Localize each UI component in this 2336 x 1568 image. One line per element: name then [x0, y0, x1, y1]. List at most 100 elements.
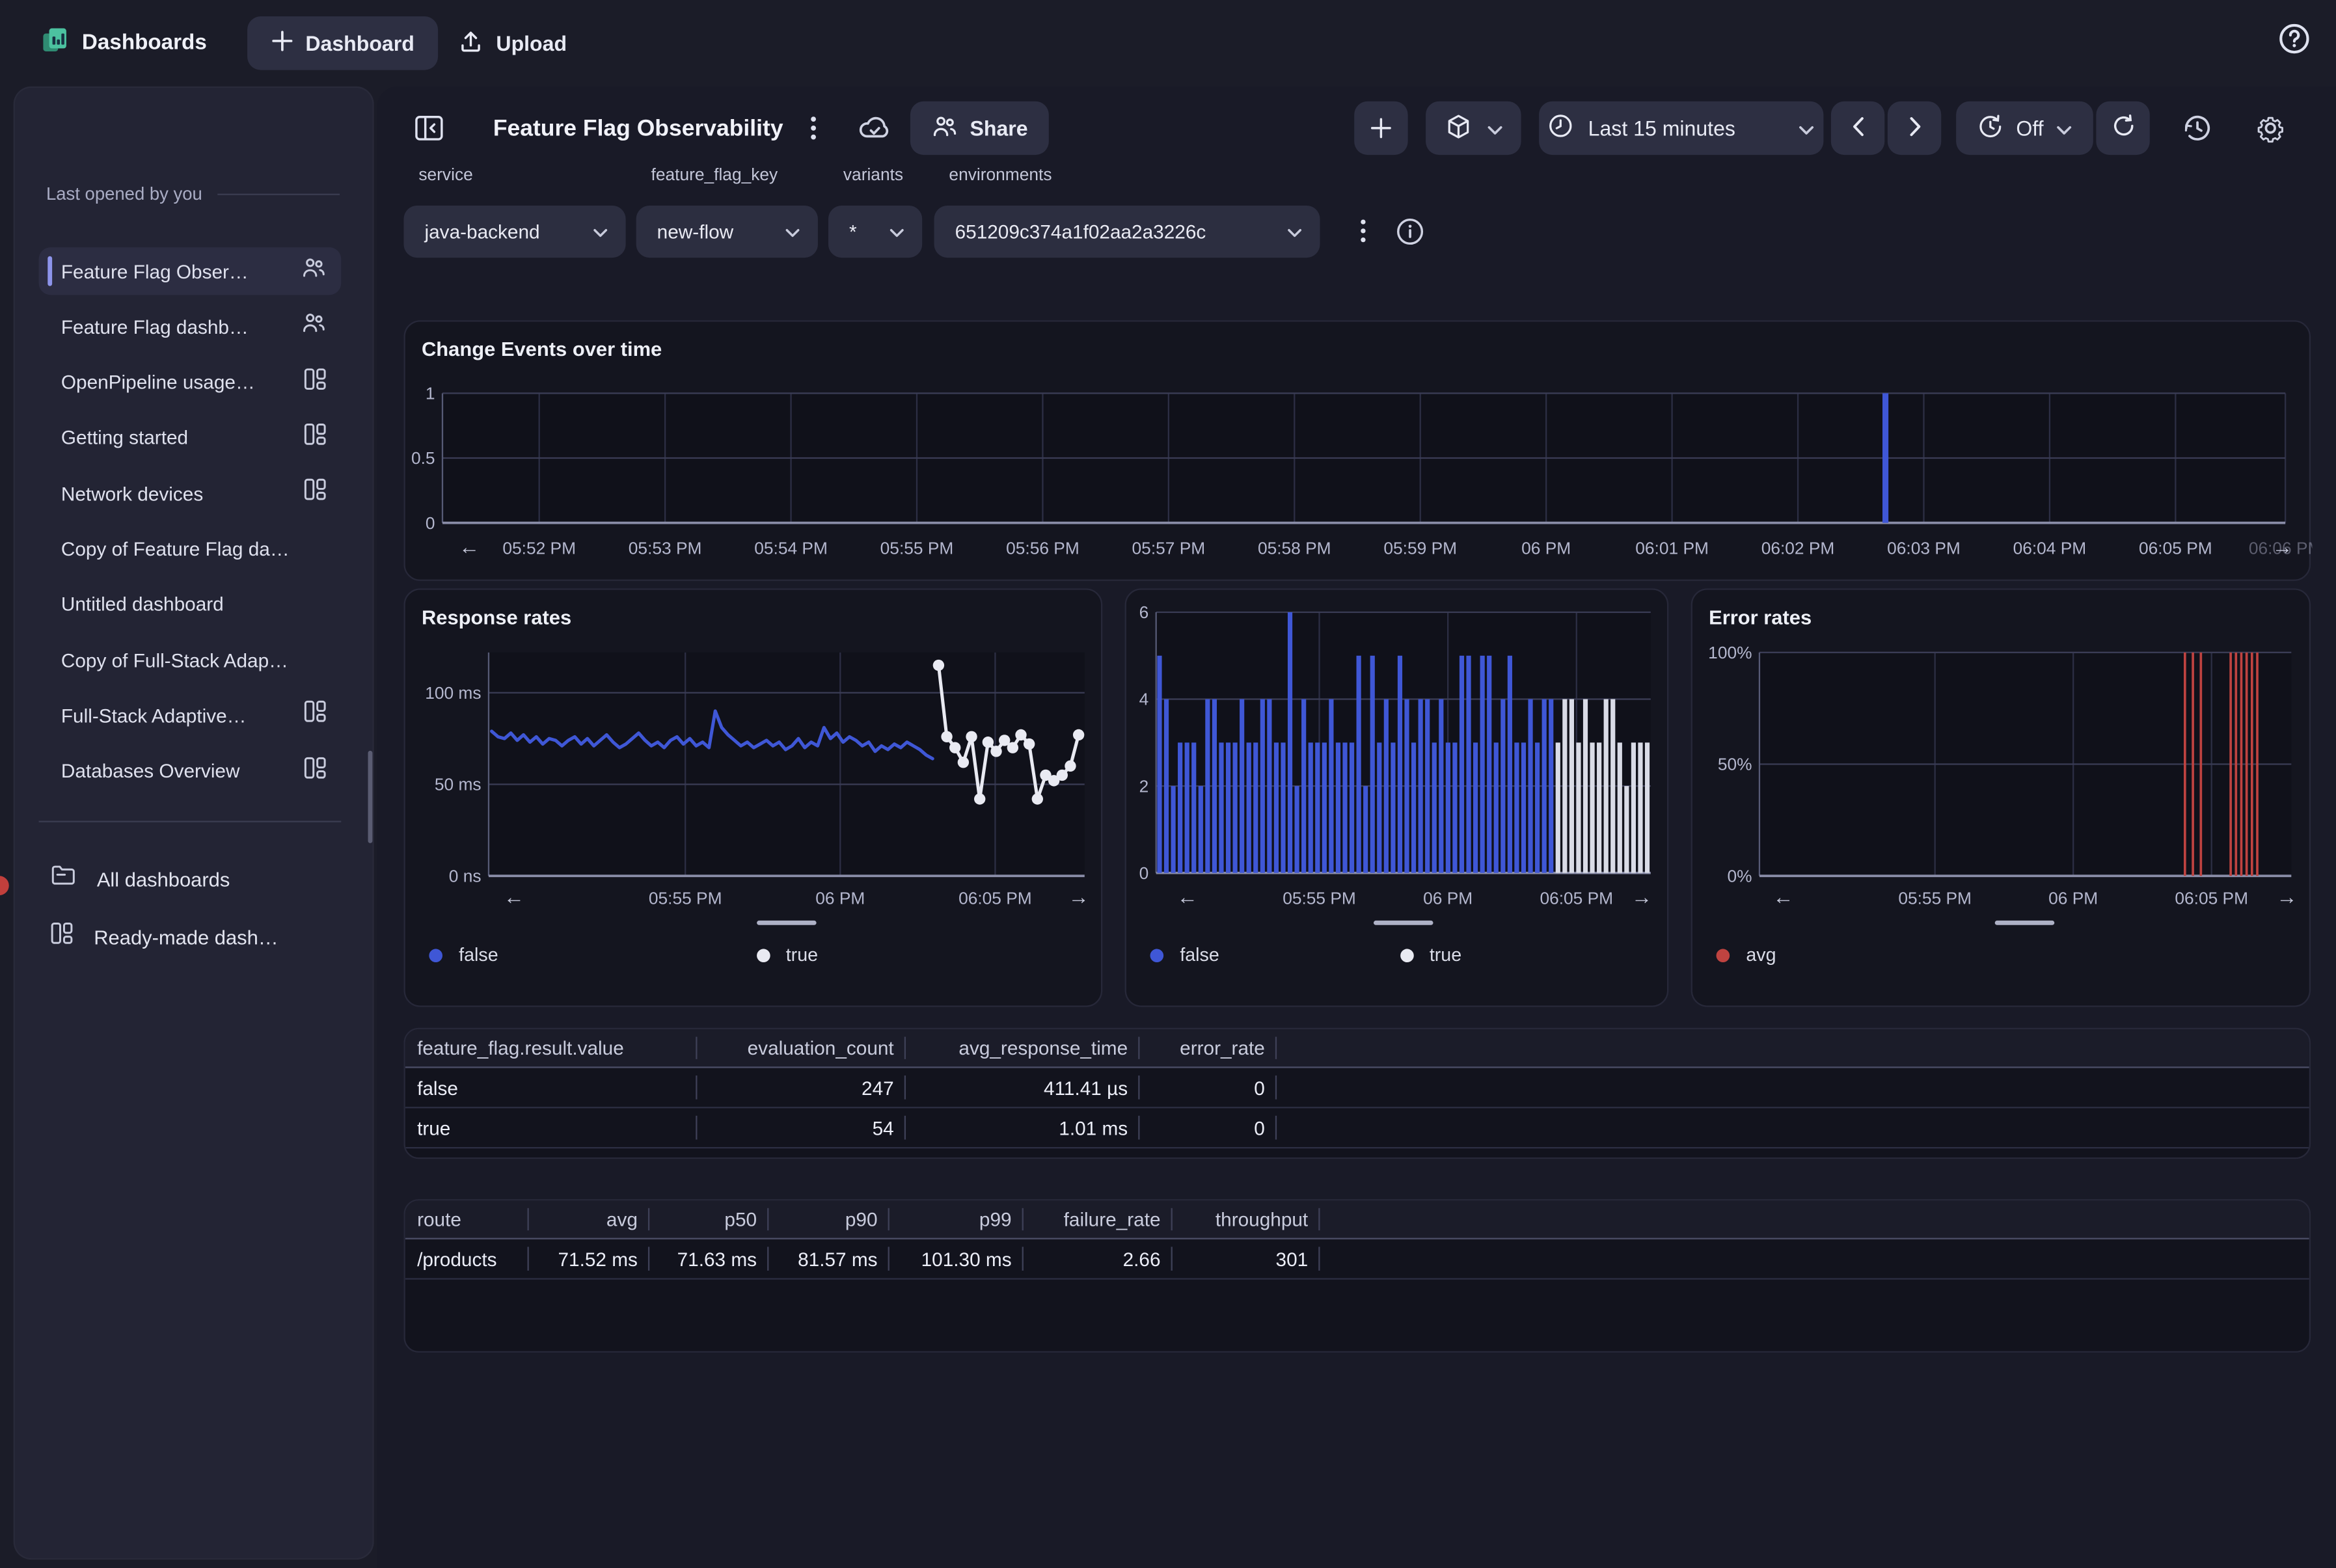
chart-scroll-indicator[interactable]: [757, 921, 817, 925]
sidebar-item[interactable]: Network devices: [39, 470, 342, 517]
sidebar-item-label: OpenPipeline usage…: [61, 371, 292, 393]
table-cell: 2.66: [1024, 1239, 1173, 1278]
filter-select-service[interactable]: java-backend: [403, 206, 625, 258]
pan-left-arrow[interactable]: ←: [504, 885, 524, 909]
pan-right-arrow[interactable]: →: [1068, 885, 1089, 909]
table-header-cell[interactable]: evaluation_count: [698, 1029, 906, 1066]
time-range-button[interactable]: Last 15 minutes: [1539, 101, 1823, 155]
collapse-sidebar-icon[interactable]: [413, 112, 445, 144]
share-button[interactable]: Share: [910, 101, 1049, 155]
table-cell: 301: [1173, 1239, 1320, 1278]
panel-evaluation-counts: 05:55 PM06 PM06:05 PM0246←→ falsetrue: [1125, 588, 1669, 1007]
table-header-cell[interactable]: avg_response_time: [906, 1029, 1139, 1066]
legend-item-false[interactable]: false: [1150, 945, 1400, 966]
table-header-cell[interactable]: p90: [768, 1200, 889, 1237]
sidebar-footer-item[interactable]: All dashboards: [39, 854, 342, 904]
nav-dashboards[interactable]: Dashboards: [42, 18, 207, 68]
sidebar-item[interactable]: Getting started: [39, 414, 342, 461]
plus-icon: [271, 30, 293, 57]
table-header-cell[interactable]: avg: [529, 1200, 649, 1237]
pan-left-arrow[interactable]: ←: [1773, 885, 1794, 909]
chart-legend: false true: [429, 945, 1083, 966]
legend-label: false: [1180, 945, 1219, 966]
legend-item-true[interactable]: true: [1400, 945, 1649, 966]
filter-select-feature_flag_key[interactable]: new-flow: [636, 206, 818, 258]
help-button[interactable]: [2276, 21, 2312, 57]
sidebar-item[interactable]: Full-Stack Adaptive…: [39, 692, 342, 739]
svg-text:05:56 PM: 05:56 PM: [1006, 539, 1080, 558]
filter-value: java-backend: [425, 221, 593, 243]
add-panel-button[interactable]: [1354, 101, 1407, 155]
svg-text:0%: 0%: [1727, 866, 1752, 885]
table-cell: false: [405, 1068, 698, 1107]
nav-dashboards-label: Dashboards: [82, 31, 207, 55]
table-header-cell[interactable]: throughput: [1173, 1200, 1320, 1237]
filter-select-environments[interactable]: 651209c374a1f02aa2a3226c: [934, 206, 1320, 258]
time-forward-button[interactable]: [1888, 101, 1941, 155]
legend-label: true: [786, 945, 818, 966]
sidebar-item[interactable]: Untitled dashboard: [39, 580, 342, 628]
legend-item-false[interactable]: false: [429, 945, 756, 966]
folder-icon: [51, 864, 76, 894]
table-cell: 54: [698, 1108, 906, 1147]
table-header-cell[interactable]: route: [405, 1200, 529, 1237]
sidebar-item[interactable]: Feature Flag dashb…: [39, 303, 342, 350]
filter-info-icon[interactable]: [1396, 217, 1424, 246]
table-header-cell[interactable]: error_rate: [1139, 1029, 1277, 1066]
history-button[interactable]: [2180, 110, 2216, 153]
legend-item-true[interactable]: true: [756, 945, 1083, 966]
pan-right-arrow[interactable]: →: [1631, 885, 1652, 909]
pan-right-arrow[interactable]: →: [2272, 535, 2293, 559]
legend-color-dot: [1717, 948, 1730, 962]
svg-text:05:55 PM: 05:55 PM: [1898, 889, 1972, 908]
page-title: Feature Flag Observability: [493, 116, 783, 143]
table-header-cell[interactable]: feature_flag.result.value: [405, 1029, 698, 1066]
chart-scroll-indicator[interactable]: [1374, 921, 1433, 925]
sidebar-item[interactable]: Copy of Full-Stack Adap…: [39, 636, 342, 684]
svg-text:06 PM: 06 PM: [815, 889, 865, 908]
chart-scroll-indicator[interactable]: [1995, 921, 2055, 925]
sidebar-item[interactable]: OpenPipeline usage…: [39, 358, 342, 406]
table-row: /products71.52 ms71.63 ms81.57 ms101.30 …: [405, 1239, 2309, 1280]
sidebar-item[interactable]: Databases Overview: [39, 748, 342, 795]
filter-select-variants[interactable]: *: [828, 206, 922, 258]
table-header-cell[interactable]: failure_rate: [1024, 1200, 1173, 1237]
filter-value: 651209c374a1f02aa2a3226c: [955, 221, 1288, 243]
filter-label: feature_flag_key: [651, 167, 778, 184]
filter-label: service: [418, 167, 472, 184]
sidebar-scrollbar-thumb[interactable]: [368, 751, 373, 843]
svg-text:100%: 100%: [1708, 643, 1752, 662]
svg-text:05:53 PM: 05:53 PM: [629, 539, 702, 558]
pan-right-arrow[interactable]: →: [2276, 885, 2297, 909]
sidebar-divider: [39, 821, 342, 822]
variables-cube-button[interactable]: [1426, 101, 1521, 155]
svg-text:0: 0: [1139, 863, 1149, 883]
filter-kebab-menu-icon[interactable]: [1353, 215, 1374, 247]
legend-label: avg: [1746, 945, 1776, 966]
new-dashboard-button[interactable]: Dashboard: [247, 16, 438, 70]
time-back-button[interactable]: [1831, 101, 1884, 155]
upload-button[interactable]: Upload: [459, 16, 567, 70]
chevron-down-icon: [1287, 218, 1302, 245]
settings-gear-icon[interactable]: [2253, 110, 2288, 153]
title-kebab-menu-icon[interactable]: [802, 112, 826, 144]
table-header-cell[interactable]: p99: [890, 1200, 1024, 1237]
sidebar-item[interactable]: Copy of Feature Flag da…: [39, 525, 342, 573]
cloud-sync-icon[interactable]: [856, 112, 892, 144]
sidebar-footer-label: Ready-made dash…: [94, 926, 278, 948]
sidebar-item-label: Untitled dashboard: [61, 593, 327, 615]
sidebar-item-label: Feature Flag Obser…: [61, 260, 289, 282]
sidebar-item[interactable]: Feature Flag Obser…: [39, 247, 342, 295]
table-header-cell[interactable]: p50: [649, 1200, 768, 1237]
svg-text:0 ns: 0 ns: [449, 866, 482, 885]
layout-icon: [51, 922, 73, 952]
pan-left-arrow[interactable]: ←: [459, 535, 480, 559]
sidebar: Last opened by you Feature Flag Obser… Fe…: [14, 87, 374, 1560]
change-events-chart[interactable]: 05:52 PM05:53 PM05:54 PM05:55 PM05:56 PM…: [405, 322, 2313, 583]
pan-left-arrow[interactable]: ←: [1177, 885, 1198, 909]
legend-item-avg[interactable]: avg: [1717, 945, 2292, 966]
auto-refresh-button[interactable]: Off: [1956, 101, 2093, 155]
refresh-button[interactable]: [2096, 101, 2149, 155]
sidebar-section-title: Last opened by you: [46, 183, 202, 204]
sidebar-footer-item[interactable]: Ready-made dash…: [39, 912, 342, 962]
